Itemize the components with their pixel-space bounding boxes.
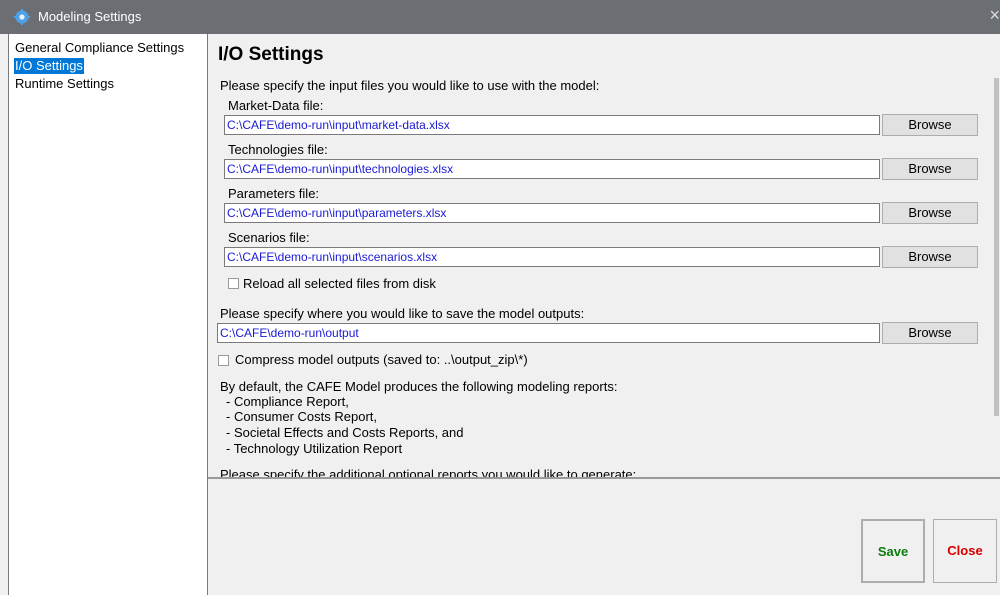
output-browse-button[interactable]: Browse [882,322,978,344]
action-bar: Save Close [208,479,1000,595]
report-item: - Consumer Costs Report, [226,409,377,424]
input-files-prompt: Please specify the input files you would… [220,78,600,93]
scenarios-browse-button[interactable]: Browse [882,246,978,268]
parameters-browse-button[interactable]: Browse [882,202,978,224]
market-data-path-input[interactable]: C:\CAFE\demo-run\input\market-data.xlsx [224,115,880,135]
gear-icon [14,9,30,25]
output-prompt: Please specify where you would like to s… [220,306,585,321]
io-settings-panel: I/O Settings Please specify the input fi… [208,34,1000,478]
parameters-path-input[interactable]: C:\CAFE\demo-run\input\parameters.xlsx [224,203,880,223]
scenarios-label: Scenarios file: [228,230,310,245]
compress-outputs-checkbox[interactable] [218,355,229,366]
report-item: - Compliance Report, [226,394,349,409]
report-item: - Societal Effects and Costs Reports, an… [226,425,464,440]
settings-nav: General Compliance Settings I/O Settings… [8,34,208,595]
reload-files-checkbox[interactable] [228,278,239,289]
panel-scrollbar[interactable] [992,72,1000,472]
window-title: Modeling Settings [38,9,142,24]
parameters-label: Parameters file: [228,186,320,201]
output-path-input[interactable]: C:\CAFE\demo-run\output [217,323,880,343]
nav-item-runtime-settings[interactable]: Runtime Settings [14,76,115,92]
scenarios-path-input[interactable]: C:\CAFE\demo-run\input\scenarios.xlsx [224,247,880,267]
reload-files-label: Reload all selected files from disk [243,276,436,291]
title-bar: Modeling Settings × [0,0,1000,34]
report-item: - Technology Utilization Report [226,441,403,456]
nav-item-io-settings[interactable]: I/O Settings [14,58,84,74]
save-button[interactable]: Save [861,519,925,583]
scrollbar-thumb[interactable] [994,78,999,416]
nav-item-general-compliance[interactable]: General Compliance Settings [14,40,185,56]
close-button[interactable]: Close [933,519,997,583]
technologies-browse-button[interactable]: Browse [882,158,978,180]
window-close-button[interactable]: × [989,6,1000,24]
technologies-label: Technologies file: [228,142,328,157]
market-data-browse-button[interactable]: Browse [882,114,978,136]
page-title: I/O Settings [218,44,324,65]
market-data-label: Market-Data file: [228,98,324,113]
compress-outputs-label: Compress model outputs (saved to: ..\out… [235,352,528,367]
technologies-path-input[interactable]: C:\CAFE\demo-run\input\technologies.xlsx [224,159,880,179]
reports-intro: By default, the CAFE Model produces the … [220,379,618,394]
